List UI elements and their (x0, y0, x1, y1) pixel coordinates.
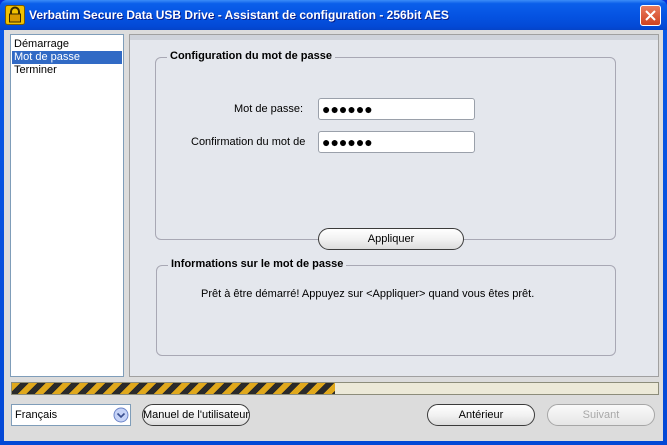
close-button[interactable] (640, 5, 661, 26)
content-panel: Configuration du mot de passe Mot de pas… (129, 34, 659, 377)
password-config-group: Configuration du mot de passe Mot de pas… (155, 50, 616, 240)
step-item-terminer[interactable]: Terminer (12, 64, 122, 77)
apply-button[interactable]: Appliquer (318, 228, 464, 250)
password-info-group: Informations sur le mot de passe Prêt à … (156, 258, 616, 356)
progress-fill (12, 383, 335, 394)
user-manual-button[interactable]: Manuel de l'utilisateur (142, 404, 250, 426)
password-field[interactable]: ●●●●●● (318, 98, 475, 120)
step-list: Démarrage Mot de passe Terminer (10, 34, 124, 377)
previous-button[interactable]: Antérieur (427, 404, 535, 426)
client-area: Démarrage Mot de passe Terminer Configur… (4, 30, 663, 441)
confirm-password-label: Confirmation du mot de (191, 136, 306, 148)
progress-bar (11, 382, 659, 395)
language-select[interactable]: Français (11, 404, 131, 426)
close-icon (645, 10, 656, 21)
info-message: Prêt à être démarré! Appuyez sur <Appliq… (201, 288, 535, 300)
title-bar[interactable]: Verbatim Secure Data USB Drive - Assista… (0, 0, 667, 30)
password-config-title: Configuration du mot de passe (167, 50, 335, 62)
step-item-mot-de-passe[interactable]: Mot de passe (12, 51, 122, 64)
lock-icon (5, 5, 25, 25)
password-label: Mot de passe: (234, 103, 304, 115)
window-title: Verbatim Secure Data USB Drive - Assista… (29, 8, 449, 22)
password-info-title: Informations sur le mot de passe (168, 258, 347, 270)
step-item-demarrage[interactable]: Démarrage (12, 38, 122, 51)
chevron-down-icon[interactable] (113, 406, 129, 424)
language-value: Français (15, 409, 58, 421)
app-window: Verbatim Secure Data USB Drive - Assista… (0, 0, 667, 445)
confirm-password-field[interactable]: ●●●●●● (318, 131, 475, 153)
next-button[interactable]: Suivant (547, 404, 655, 426)
